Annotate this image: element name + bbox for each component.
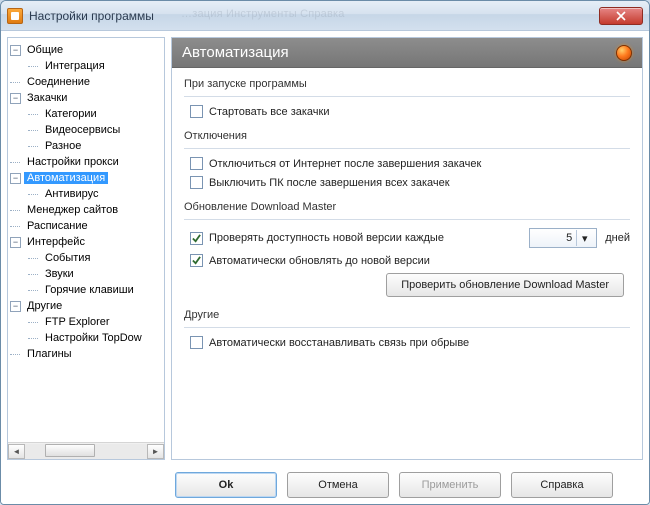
sidebar: −Общие Интеграция Соединение −Закачки Ка…: [7, 37, 165, 460]
tree-item-events[interactable]: События: [42, 252, 93, 264]
cancel-button[interactable]: Отмена: [287, 472, 389, 498]
tree-item-sounds[interactable]: Звуки: [42, 268, 77, 280]
checkbox-auto-update[interactable]: [190, 254, 203, 267]
check-update-button[interactable]: Проверить обновление Download Master: [386, 273, 624, 297]
tree-item-hotkeys[interactable]: Горячие клавиши: [42, 284, 137, 296]
checkbox-label: Отключиться от Интернет после завершения…: [209, 158, 481, 170]
tree-item-ftp[interactable]: FTP Explorer: [42, 316, 113, 328]
group-update: Обновление Download Master Проверять дос…: [184, 201, 630, 297]
apply-button[interactable]: Применить: [399, 472, 501, 498]
tree-item-schedule[interactable]: Расписание: [24, 220, 91, 232]
checkbox-check-version[interactable]: [190, 232, 203, 245]
group-other: Другие Автоматически восстанавливать свя…: [184, 309, 630, 349]
checkbox-label: Выключить ПК после завершения всех закач…: [209, 177, 450, 189]
interval-combobox[interactable]: 5 ▾: [529, 228, 597, 248]
scroll-thumb[interactable]: [45, 444, 95, 457]
group-title: Другие: [184, 309, 630, 321]
checkbox-label: Автоматически восстанавливать связь при …: [209, 337, 469, 349]
close-icon: [616, 11, 626, 21]
page-title: Автоматизация: [182, 44, 289, 61]
app-icon: [7, 8, 23, 24]
tree-item-interface[interactable]: Интерфейс: [24, 236, 88, 248]
group-title: При запуске программы: [184, 78, 630, 90]
page-header: Автоматизация: [172, 38, 642, 68]
ok-button[interactable]: Ok: [175, 472, 277, 498]
tree-item-video[interactable]: Видеосервисы: [42, 124, 123, 136]
scroll-track[interactable]: [25, 444, 147, 459]
checkbox-label: Проверять доступность новой версии кажды…: [209, 232, 444, 244]
group-title: Отключения: [184, 130, 630, 142]
header-orb-icon: [616, 45, 632, 61]
chevron-down-icon: ▾: [576, 230, 592, 246]
tree-toggle[interactable]: −: [10, 45, 21, 56]
checkbox-poweroff[interactable]: [190, 176, 203, 189]
checkbox-label: Стартовать все закачки: [209, 106, 329, 118]
tree-item-general[interactable]: Общие: [24, 44, 66, 56]
tree-item-sitemgr[interactable]: Менеджер сайтов: [24, 204, 121, 216]
settings-window: Настройки программы …зация Инструменты С…: [0, 0, 650, 505]
checkbox-reconnect[interactable]: [190, 336, 203, 349]
checkbox-label: Автоматически обновлять до новой версии: [209, 255, 430, 267]
tree-item-antivirus[interactable]: Антивирус: [42, 188, 101, 200]
dialog-buttons: Ok Отмена Применить Справка: [1, 466, 649, 504]
tree-item-misc[interactable]: Разное: [42, 140, 84, 152]
group-shutdown: Отключения Отключиться от Интернет после…: [184, 130, 630, 189]
tree-toggle[interactable]: −: [10, 237, 21, 248]
tree-hscrollbar[interactable]: ◄ ►: [8, 442, 164, 459]
tree-toggle[interactable]: −: [10, 301, 21, 312]
tree-item-connection[interactable]: Соединение: [24, 76, 93, 88]
combo-value: 5: [536, 232, 576, 244]
checkbox-start-all[interactable]: [190, 105, 203, 118]
tree-item-integration[interactable]: Интеграция: [42, 60, 108, 72]
group-startup: При запуске программы Стартовать все зак…: [184, 78, 630, 118]
tree-item-plugins[interactable]: Плагины: [24, 348, 75, 360]
tree-toggle[interactable]: −: [10, 93, 21, 104]
scroll-right-button[interactable]: ►: [147, 444, 164, 459]
group-title: Обновление Download Master: [184, 201, 630, 213]
background-menu-ghost: …зация Инструменты Справка: [181, 8, 345, 20]
tree-toggle[interactable]: −: [10, 173, 21, 184]
help-button[interactable]: Справка: [511, 472, 613, 498]
tree-item-topdown[interactable]: Настройки TopDow: [42, 332, 145, 344]
tree-item-other[interactable]: Другие: [24, 300, 65, 312]
content-panel: Автоматизация При запуске программы Стар…: [171, 37, 643, 460]
close-button[interactable]: [599, 7, 643, 25]
tree-item-categories[interactable]: Категории: [42, 108, 100, 120]
days-label: дней: [605, 232, 630, 244]
tree-item-automation[interactable]: Автоматизация: [24, 172, 108, 184]
checkbox-disconnect[interactable]: [190, 157, 203, 170]
titlebar[interactable]: Настройки программы …зация Инструменты С…: [1, 1, 649, 31]
settings-tree[interactable]: −Общие Интеграция Соединение −Закачки Ка…: [8, 38, 164, 442]
scroll-left-button[interactable]: ◄: [8, 444, 25, 459]
window-title: Настройки программы: [29, 9, 154, 23]
tree-item-proxy[interactable]: Настройки прокси: [24, 156, 122, 168]
tree-item-downloads[interactable]: Закачки: [24, 92, 70, 104]
